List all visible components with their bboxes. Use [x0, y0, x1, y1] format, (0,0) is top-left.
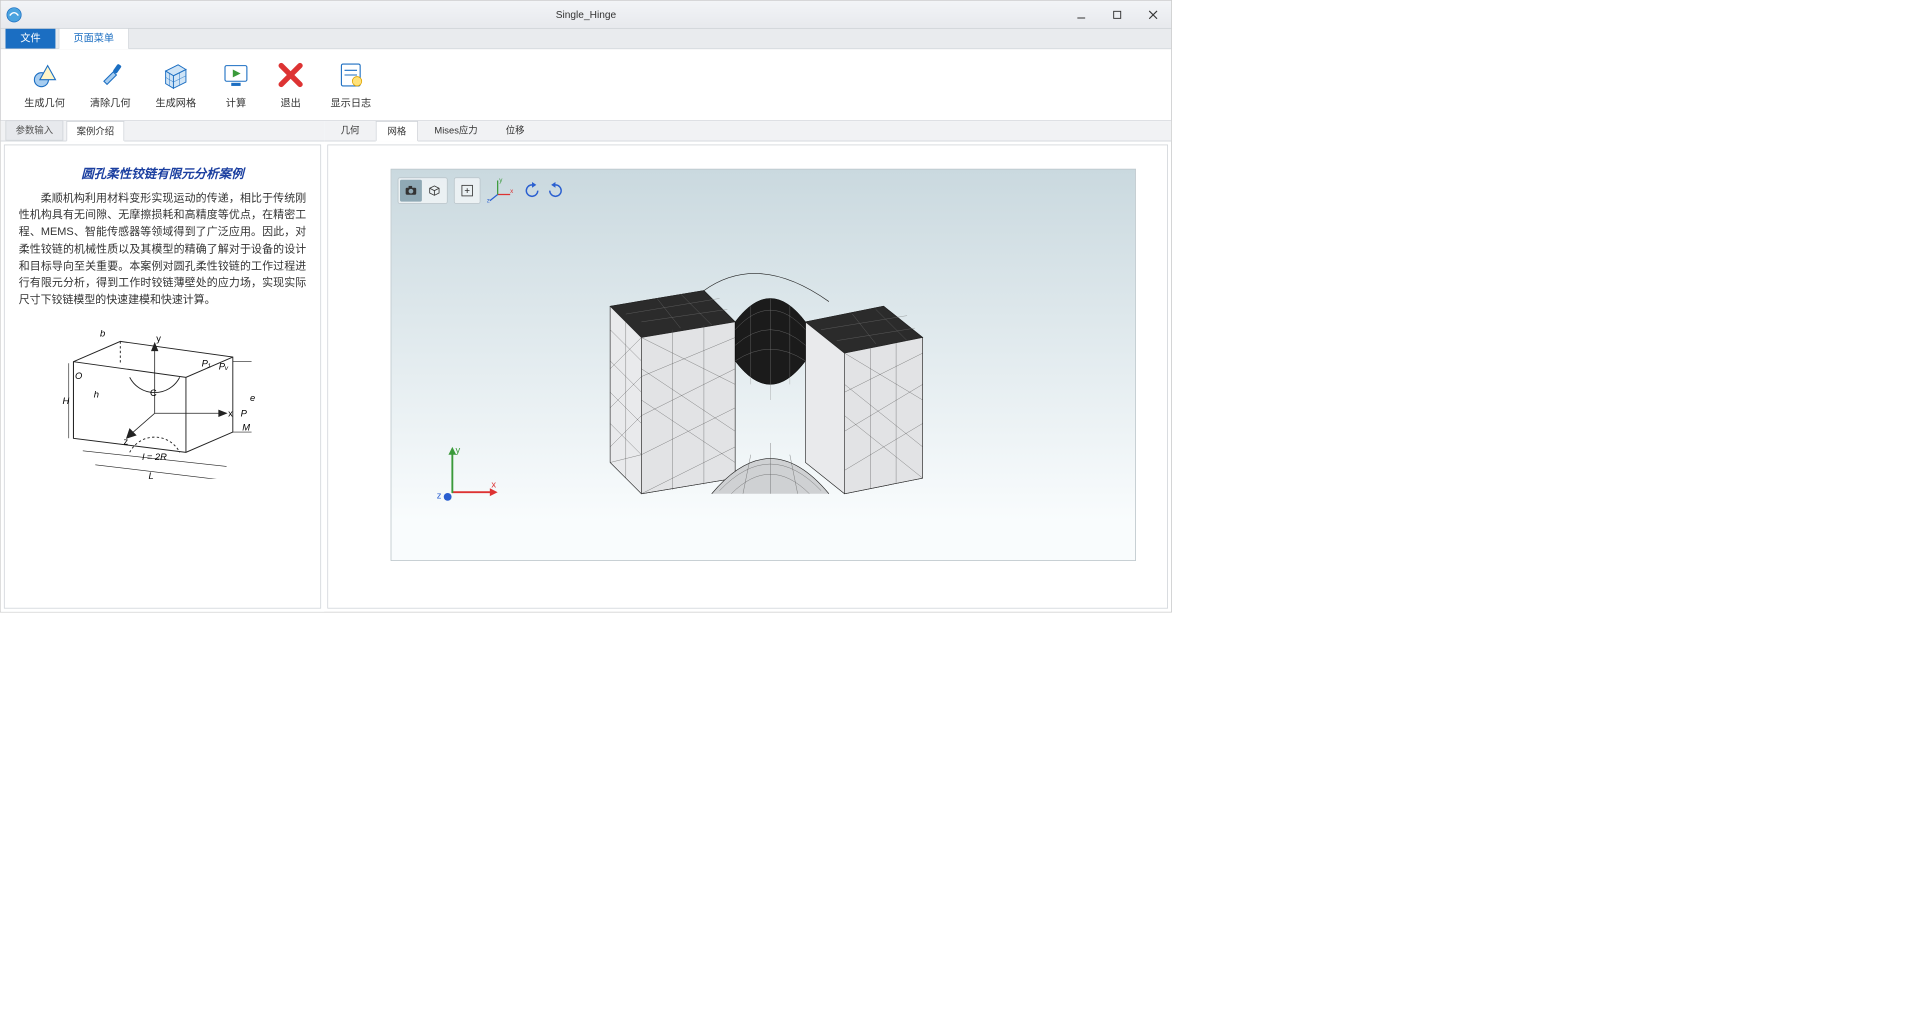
- lbl-h: h: [94, 389, 99, 399]
- svg-text:z: z: [437, 490, 442, 500]
- compute-button[interactable]: 计算: [209, 54, 264, 116]
- tab-param-input[interactable]: 参数输入: [5, 120, 63, 140]
- hinge-diagram: y x z C O H b h P₁ Pᵥ e P M l = 2R: [45, 315, 279, 479]
- case-intro-body: 圆孔柔性铰链有限元分析案例 柔顺机构利用材料变形实现运动的传递，相比于传统刚性机…: [4, 145, 321, 609]
- ribbon-tab-strip: 文件 页面菜单: [1, 29, 1171, 49]
- lbl-C: C: [150, 388, 157, 398]
- minimize-button[interactable]: [1063, 0, 1099, 28]
- brush-icon: [95, 60, 125, 90]
- toolbar-label: 生成网格: [155, 95, 196, 110]
- toolbar-label: 计算: [226, 95, 246, 110]
- svg-text:x: x: [491, 480, 496, 490]
- intro-paragraph: 柔顺机构利用材料变形实现运动的传递，相比于传统刚性机构具有无间隙、无摩擦损耗和高…: [19, 190, 307, 309]
- viewport-canvas[interactable]: x y z: [391, 169, 1136, 561]
- compute-icon: [221, 60, 251, 90]
- mesh-model: [595, 244, 947, 502]
- rotate-ccw-icon[interactable]: [545, 179, 567, 201]
- view-tab-strip: 几何 网格 Mises应力 位移: [324, 121, 1171, 141]
- viewport-toolbar: x y z: [398, 176, 568, 205]
- maximize-button[interactable]: [1099, 0, 1135, 28]
- cube-view-icon[interactable]: [423, 179, 445, 201]
- close-x-icon: [276, 60, 306, 90]
- show-log-button[interactable]: 显示日志: [318, 54, 384, 116]
- generate-geometry-button[interactable]: 生成几何: [12, 54, 78, 116]
- lbl-e: e: [250, 392, 255, 402]
- svg-text:z: z: [487, 197, 490, 202]
- generate-mesh-button[interactable]: 生成网格: [143, 54, 209, 116]
- svg-text:x: x: [510, 188, 513, 195]
- lbl-Pv: Pᵥ: [219, 361, 229, 371]
- titlebar: Single_Hinge: [1, 1, 1171, 29]
- tab-geometry[interactable]: 几何: [329, 120, 371, 140]
- intro-title: 圆孔柔性铰链有限元分析案例: [19, 166, 307, 185]
- svg-text:y: y: [499, 177, 503, 184]
- tab-mesh[interactable]: 网格: [376, 121, 418, 141]
- lbl-O: O: [75, 371, 83, 381]
- close-button[interactable]: [1135, 0, 1171, 28]
- lbl-x: x: [228, 408, 233, 418]
- rotate-cw-icon[interactable]: [521, 179, 543, 201]
- tab-mises[interactable]: Mises应力: [423, 120, 490, 140]
- lbl-b: b: [100, 328, 105, 338]
- fit-view-icon[interactable]: [456, 179, 478, 201]
- toolbar-label: 显示日志: [331, 95, 372, 110]
- lbl-M: M: [242, 422, 250, 432]
- window-title: Single_Hinge: [1, 9, 1171, 21]
- axes-indicator-small: x y z: [487, 176, 514, 205]
- toolbar-label: 退出: [280, 95, 300, 110]
- svg-text:y: y: [455, 445, 460, 455]
- left-tab-strip: 参数输入 案例介绍: [1, 121, 324, 141]
- axes-indicator: x y z: [430, 441, 500, 514]
- app-logo: [5, 6, 22, 23]
- clear-geometry-button[interactable]: 清除几何: [77, 54, 143, 116]
- right-panel: 几何 网格 Mises应力 位移: [324, 121, 1171, 612]
- ribbon-tab-file[interactable]: 文件: [5, 26, 55, 49]
- geometry-icon: [30, 60, 60, 90]
- toolbar-label: 清除几何: [90, 95, 131, 110]
- lbl-P1: P₁: [202, 358, 211, 368]
- screenshot-icon[interactable]: [400, 179, 422, 201]
- ribbon-tab-page-menu[interactable]: 页面菜单: [59, 26, 129, 49]
- ribbon-toolbar: 生成几何 清除几何 生成网格 计算 退出: [1, 49, 1171, 121]
- tab-displacement[interactable]: 位移: [494, 120, 536, 140]
- toolbar-label: 生成几何: [24, 95, 65, 110]
- left-panel: 参数输入 案例介绍 圆孔柔性铰链有限元分析案例 柔顺机构利用材料变形实现运动的传…: [1, 121, 324, 612]
- lbl-l2R: l = 2R: [142, 452, 167, 462]
- mesh-icon: [161, 60, 191, 90]
- tab-case-intro[interactable]: 案例介绍: [66, 121, 124, 141]
- lbl-z: z: [123, 436, 128, 446]
- lbl-L: L: [148, 471, 153, 479]
- exit-button[interactable]: 退出: [263, 54, 318, 116]
- log-icon: [336, 60, 366, 90]
- lbl-y: y: [156, 333, 161, 343]
- lbl-H: H: [63, 396, 70, 406]
- lbl-P: P: [241, 408, 248, 418]
